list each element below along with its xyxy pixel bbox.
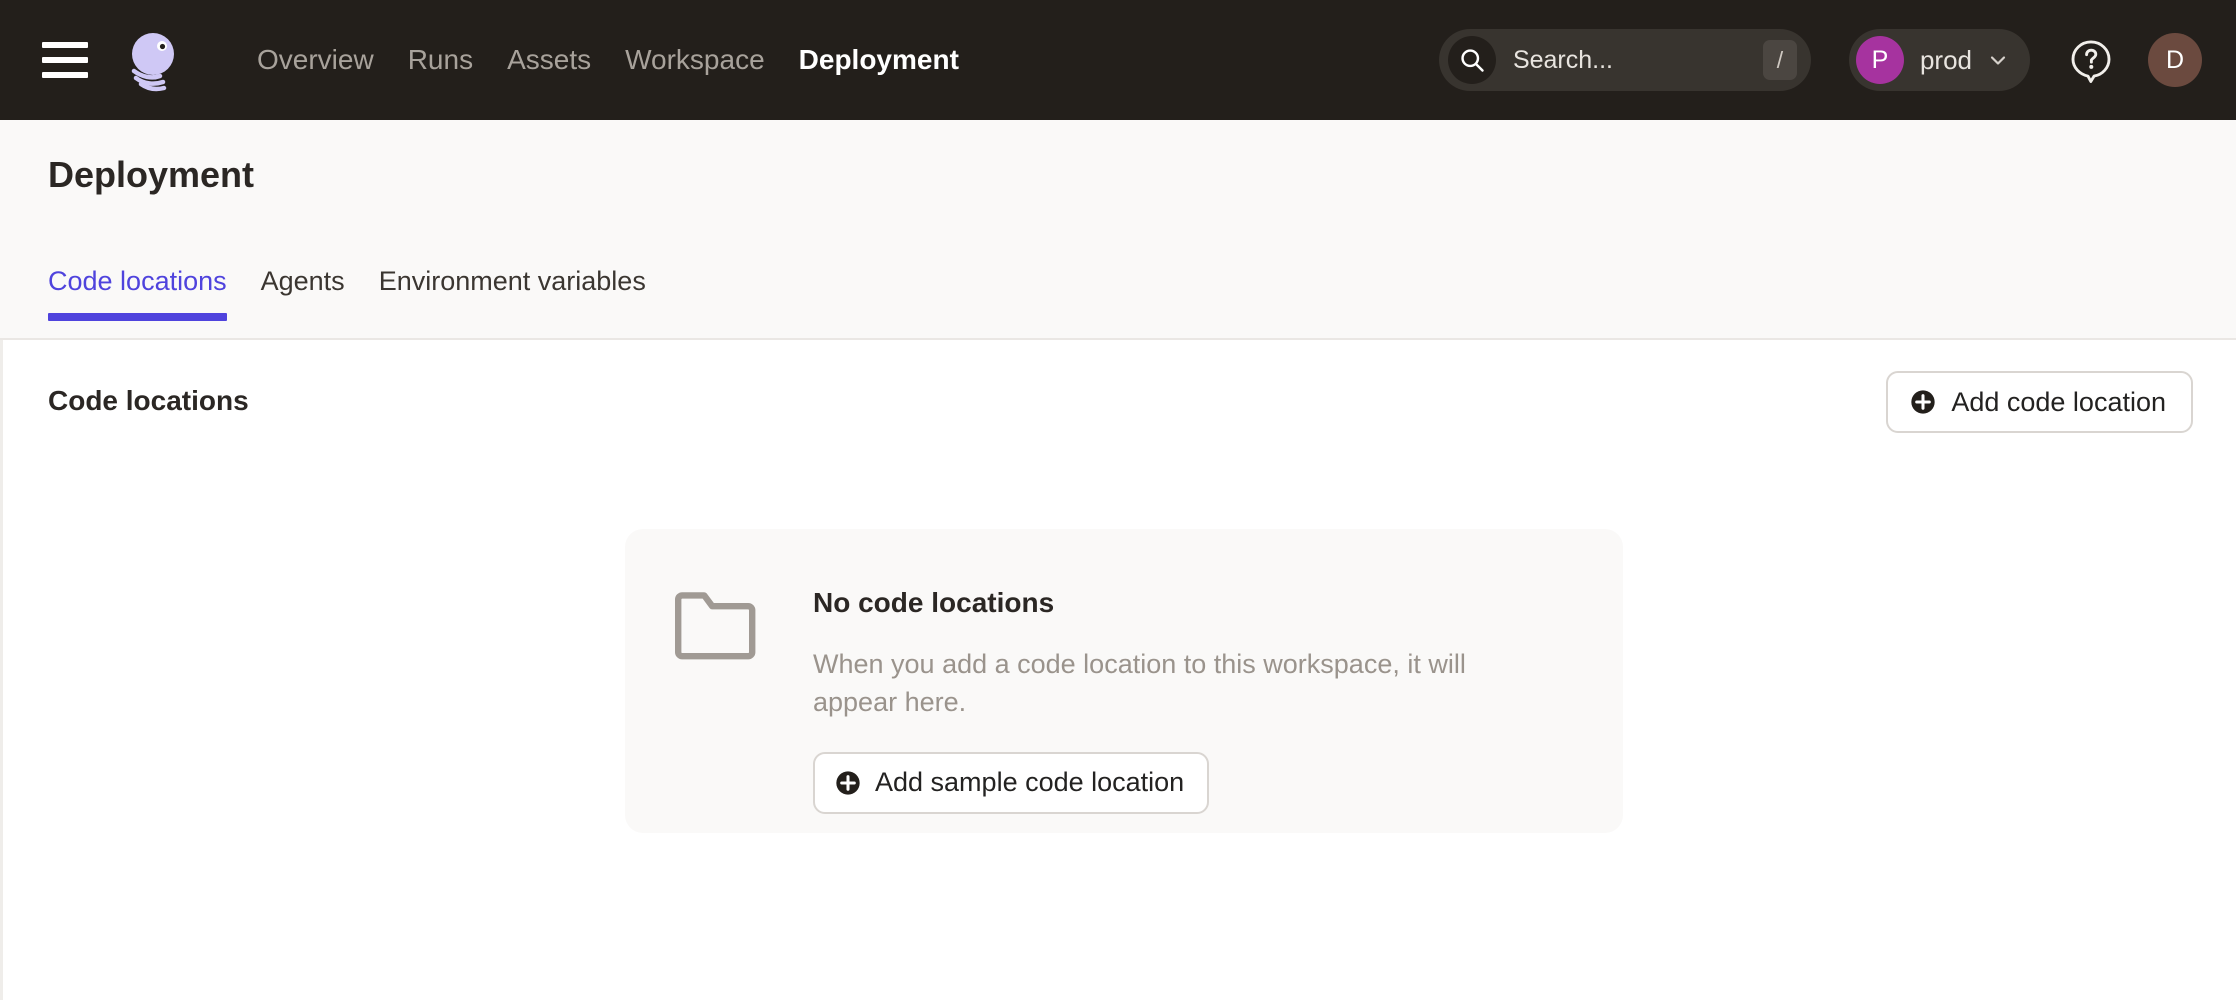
empty-state-body: No code locations When you add a code lo… (813, 585, 1553, 833)
empty-state-description: When you add a code location to this wor… (813, 649, 1466, 718)
add-code-location-label: Add code location (1951, 386, 2166, 417)
dagster-logo-icon[interactable] (120, 27, 186, 93)
content-area: Code locations Add code location No code… (0, 340, 2236, 1000)
hamburger-bar (42, 42, 88, 48)
plus-circle-icon (1909, 388, 1937, 416)
main-navigation: Overview Runs Assets Workspace Deploymen… (240, 0, 976, 120)
nav-item-assets[interactable]: Assets (490, 0, 608, 120)
section-title: Code locations (48, 385, 249, 416)
tab-environment-variables[interactable]: Environment variables (362, 266, 663, 321)
add-sample-code-location-label: Add sample code location (875, 767, 1185, 798)
nav-item-deployment[interactable]: Deployment (782, 0, 976, 120)
tab-agents[interactable]: Agents (244, 266, 362, 321)
top-navigation-bar: Overview Runs Assets Workspace Deploymen… (0, 0, 2236, 120)
page-header: Deployment Code locations Agents Environ… (0, 120, 2236, 340)
help-question-icon[interactable] (2064, 33, 2118, 87)
hamburger-bar (42, 57, 88, 63)
deployment-badge: P (1855, 36, 1904, 84)
nav-item-overview[interactable]: Overview (240, 0, 391, 120)
nav-item-runs[interactable]: Runs (391, 0, 490, 120)
add-sample-code-location-button[interactable]: Add sample code location (813, 751, 1210, 814)
search-shortcut-chip: / (1762, 40, 1797, 80)
nav-item-workspace[interactable]: Workspace (608, 0, 782, 120)
chevron-down-icon (1986, 48, 2010, 72)
empty-state-panel: No code locations When you add a code lo… (625, 529, 1623, 833)
page-tabs: Code locations Agents Environment variab… (48, 266, 663, 321)
search-icon (1447, 36, 1496, 84)
hamburger-bar (42, 72, 88, 78)
hamburger-menu-icon[interactable] (42, 40, 88, 80)
add-code-location-button[interactable]: Add code location (1886, 371, 2193, 433)
search-placeholder-text: Search... (1512, 45, 1614, 74)
plus-circle-icon (834, 769, 862, 797)
search-input[interactable]: Search... / (1438, 29, 1811, 91)
code-locations-section-header: Code locations Add code location (3, 340, 2236, 472)
empty-state-title: No code locations (813, 587, 1055, 618)
top-bar-actions: Search... / P prod D (1438, 29, 2202, 91)
folder-icon (673, 585, 769, 833)
page-title: Deployment (48, 154, 255, 195)
user-avatar[interactable]: D (2148, 33, 2202, 87)
deployment-selector[interactable]: P prod (1848, 29, 2030, 91)
deployment-name-label: prod (1919, 44, 1972, 75)
tab-code-locations[interactable]: Code locations (48, 266, 244, 321)
